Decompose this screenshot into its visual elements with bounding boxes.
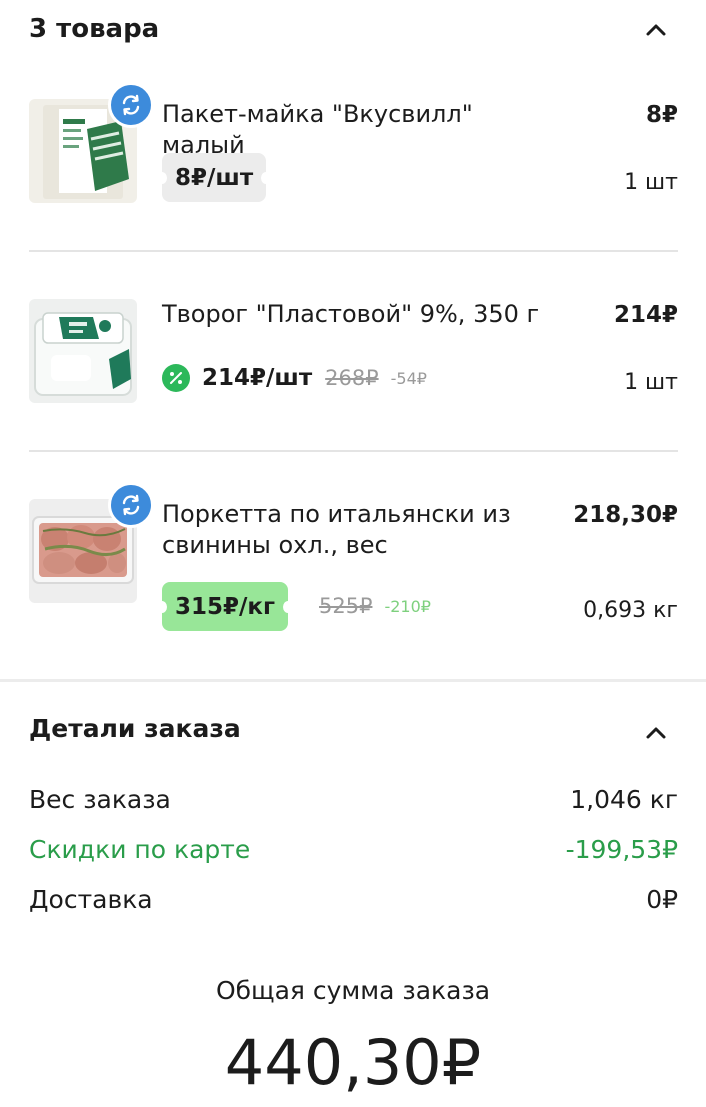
- item-name[interactable]: Творог "Пластовой" 9%, 350 г: [162, 299, 552, 330]
- old-price: 525₽: [319, 594, 373, 618]
- item-name-line: Поркетта по итальянски из: [162, 500, 511, 528]
- section-divider: [0, 679, 706, 682]
- unit-price: 315₽/кг: [175, 593, 276, 620]
- cart-item[interactable]: Пакет-майка "Вкусвилл" малый 8₽ 8₽/шт 1 …: [29, 82, 678, 220]
- unit-price-tag: 315₽/кг: [156, 582, 294, 631]
- swap-icon[interactable]: [108, 482, 154, 528]
- item-quantity: 0,693 кг: [583, 598, 678, 623]
- item-total: 8₽: [645, 102, 678, 128]
- price-row: 214₽/шт 268₽ -54₽: [162, 360, 427, 396]
- item-name[interactable]: Пакет-майка "Вкусвилл" малый: [162, 99, 552, 161]
- card-discount-value: -199,53₽: [565, 835, 678, 864]
- cart-item[interactable]: Поркетта по итальянски из свинины охл., …: [29, 482, 678, 640]
- discount-amount: -54₽: [390, 368, 427, 388]
- cart-header[interactable]: 3 товара: [29, 0, 678, 62]
- order-details-title: Детали заказа: [29, 714, 241, 743]
- order-total-value: 440,30₽: [224, 1026, 482, 1099]
- divider: [29, 250, 678, 252]
- swap-icon[interactable]: [108, 82, 154, 128]
- price-row: 525₽ -210₽: [319, 588, 431, 624]
- order-total-label: Общая сумма заказа: [215, 976, 491, 1005]
- chevron-up-icon[interactable]: [643, 720, 669, 746]
- order-weight-row: Вес заказа 1,046 кг: [29, 785, 678, 821]
- divider: [29, 450, 678, 452]
- delivery-row: Доставка 0₽: [29, 885, 678, 921]
- item-total: 214₽: [613, 302, 678, 328]
- order-weight-value: 1,046 кг: [570, 785, 678, 814]
- delivery-value: 0₽: [646, 885, 678, 914]
- unit-price: 214₽/шт: [202, 365, 313, 391]
- percent-icon: [162, 364, 190, 392]
- old-price: 268₽: [325, 366, 379, 390]
- item-total: 218,30₽: [573, 502, 678, 528]
- card-discount-row: Скидки по карте -199,53₽: [29, 835, 678, 871]
- cottage-cheese-product-image[interactable]: [29, 299, 137, 403]
- cart-items-count: 3 товара: [29, 14, 160, 44]
- item-quantity: 1 шт: [624, 170, 678, 195]
- chevron-up-icon[interactable]: [643, 17, 669, 43]
- cart-item[interactable]: Творог "Пластовой" 9%, 350 г 214₽ 214₽/ш…: [29, 290, 678, 420]
- order-weight-label: Вес заказа: [29, 785, 171, 814]
- item-name-line: свинины охл., вес: [162, 531, 388, 559]
- item-name[interactable]: Поркетта по итальянски из свинины охл., …: [162, 499, 552, 561]
- discount-amount: -210₽: [384, 596, 431, 616]
- unit-price: 8₽/шт: [175, 164, 254, 191]
- delivery-label: Доставка: [29, 885, 153, 914]
- item-quantity: 1 шт: [624, 370, 678, 395]
- card-discount-label: Скидки по карте: [29, 835, 251, 864]
- unit-price-tag: 8₽/шт: [156, 153, 272, 202]
